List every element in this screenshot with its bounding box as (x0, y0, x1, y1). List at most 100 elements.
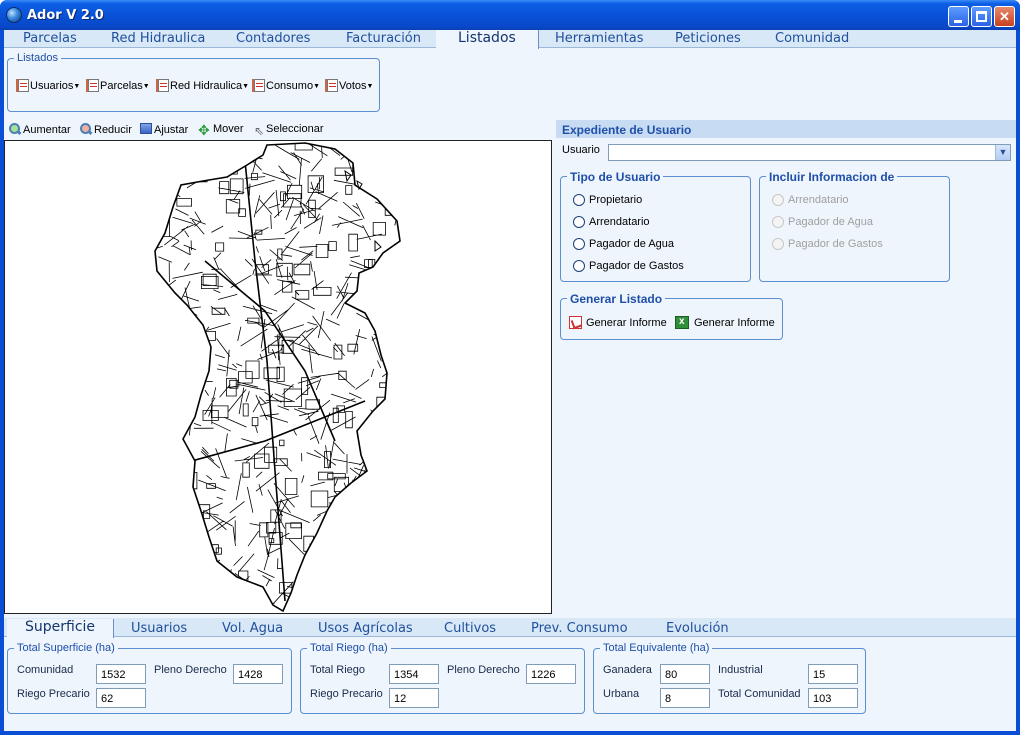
pdf-icon (569, 316, 582, 329)
total-riego-field[interactable]: 1354 (389, 664, 439, 684)
radio-circle-icon (772, 194, 784, 206)
radio-arrendatario[interactable]: Arrendatario (573, 216, 650, 228)
usuarios-menu-button[interactable]: Usuarios▼ (16, 79, 81, 95)
tab-parcelas[interactable]: Parcelas (23, 31, 77, 46)
riego-precario-label: Riego Precario (17, 688, 90, 700)
pan-label: Mover (213, 123, 244, 135)
tab-red-hidraulica[interactable]: Red Hidraulica (111, 31, 205, 46)
radio-circle-icon (772, 238, 784, 250)
generar-listado-group: Generar Listado Generar Informe Generar … (560, 292, 783, 340)
close-button[interactable]: ✕ (994, 6, 1015, 27)
fit-button[interactable]: Ajustar (140, 123, 188, 136)
pointer-icon: ⇖ (254, 124, 265, 138)
summary-tab-strip: Superficie Usuarios Vol. Agua Usos Agríc… (4, 618, 1016, 638)
report-icon (16, 79, 29, 92)
total-comunidad-field[interactable]: 103 (808, 688, 858, 708)
votos-menu-button[interactable]: Votos▼ (325, 79, 374, 95)
red-hidraulica-menu-button[interactable]: Red Hidraulica▼ (156, 79, 250, 95)
tab-facturacion[interactable]: Facturación (346, 31, 421, 46)
zoom-out-button[interactable]: Reducir (80, 123, 132, 136)
pleno-derecho-label: Pleno Derecho (154, 664, 227, 676)
generar-pdf-button[interactable]: Generar Informe (569, 316, 667, 329)
total-equivalente-title: Total Equivalente (ha) (600, 642, 713, 654)
dropdown-arrow-icon: ▼ (142, 83, 150, 90)
radio-label: Arrendatario (788, 194, 849, 206)
pleno-derecho-field[interactable]: 1428 (233, 664, 283, 684)
industrial-field[interactable]: 15 (808, 664, 858, 684)
urbana-field[interactable]: 8 (660, 688, 710, 708)
app-globe-icon (6, 7, 22, 23)
tab-prev-consumo[interactable]: Prev. Consumo (531, 621, 628, 636)
dropdown-arrow-icon: ▼ (242, 83, 250, 90)
dropdown-arrow-icon: ▼ (73, 83, 81, 90)
report-icon (325, 79, 338, 92)
client-area: Parcelas Red Hidraulica Contadores Factu… (4, 30, 1016, 731)
fit-label: Ajustar (154, 124, 189, 136)
dropdown-arrow-icon: ▼ (366, 83, 374, 90)
excel-icon (675, 316, 689, 329)
radio-label: Arrendatario (589, 216, 650, 228)
pan-button[interactable]: ✥ Mover (198, 123, 244, 138)
radio-circle-icon[interactable] (573, 260, 585, 272)
zoom-in-button[interactable]: Aumentar (9, 123, 71, 136)
tipo-usuario-group: Tipo de Usuario Propietario Arrendatario… (560, 170, 751, 282)
radio-pagador-gastos[interactable]: Pagador de Gastos (573, 260, 684, 272)
usuarios-menu-label: Usuarios (30, 80, 74, 92)
total-riego-group: Total Riego (ha) Total Riego 1354 Pleno … (300, 642, 585, 714)
usuario-select[interactable]: ▼ (608, 144, 1011, 161)
comunidad-field[interactable]: 1532 (96, 664, 146, 684)
radio-circle-icon[interactable] (573, 194, 585, 206)
tab-evolucion[interactable]: Evolución (666, 621, 729, 636)
maximize-icon (976, 11, 987, 22)
minimize-button[interactable] (948, 6, 969, 27)
tab-herramientas[interactable]: Herramientas (555, 31, 644, 46)
red-hidraulica-menu-label: Red Hidraulica (170, 80, 243, 92)
generar-excel-button[interactable]: Generar Informe (675, 316, 775, 329)
tab-contadores[interactable]: Contadores (236, 31, 310, 46)
radio-incluir-arrendatario: Arrendatario (772, 194, 849, 206)
consumo-menu-button[interactable]: Consumo▼ (252, 79, 320, 95)
parcel-map[interactable] (5, 141, 551, 613)
tab-usuarios[interactable]: Usuarios (131, 621, 187, 636)
radio-propietario[interactable]: Propietario (573, 194, 642, 206)
usuario-label: Usuario (562, 144, 600, 156)
zoom-in-icon (9, 123, 21, 135)
radio-label: Propietario (589, 194, 643, 206)
radio-pagador-agua[interactable]: Pagador de Agua (573, 238, 674, 250)
report-icon (86, 79, 99, 92)
incluir-informacion-title: Incluir Informacion de (766, 170, 898, 184)
generar-excel-label: Generar Informe (694, 317, 775, 329)
tab-comunidad[interactable]: Comunidad (775, 31, 849, 46)
ganadera-field[interactable]: 80 (660, 664, 710, 684)
report-icon (252, 79, 265, 92)
map-view[interactable] (4, 140, 552, 614)
riego-riego-precario-field[interactable]: 12 (389, 688, 439, 708)
tab-cultivos[interactable]: Cultivos (444, 621, 496, 636)
radio-circle-icon[interactable] (573, 216, 585, 228)
parcelas-menu-button[interactable]: Parcelas▼ (86, 79, 150, 95)
chevron-down-icon[interactable]: ▼ (995, 145, 1010, 160)
tipo-usuario-title: Tipo de Usuario (567, 170, 664, 184)
main-tab-strip: Parcelas Red Hidraulica Contadores Factu… (4, 30, 1016, 49)
votos-menu-label: Votos (339, 80, 367, 92)
tab-peticiones[interactable]: Peticiones (675, 31, 741, 46)
maximize-button[interactable] (971, 6, 992, 27)
radio-circle-icon[interactable] (573, 238, 585, 250)
zoom-out-label: Reducir (94, 124, 132, 136)
riego-pleno-derecho-field[interactable]: 1226 (526, 664, 576, 684)
riego-precario-field[interactable]: 62 (96, 688, 146, 708)
tab-listados[interactable]: Listados (436, 30, 539, 49)
total-riego-label: Total Riego (310, 664, 366, 676)
municipality-outline (154, 142, 401, 613)
select-button[interactable]: ⇖ Seleccionar (254, 123, 323, 138)
radio-label: Pagador de Gastos (788, 238, 883, 250)
total-superficie-title: Total Superficie (ha) (14, 642, 118, 654)
incluir-informacion-group: Incluir Informacion de Arrendatario Paga… (759, 170, 950, 282)
total-comunidad-label: Total Comunidad (718, 688, 801, 700)
total-equivalente-group: Total Equivalente (ha) Ganadera 80 Indus… (593, 642, 866, 714)
tab-usos-agricolas[interactable]: Usos Agrícolas (318, 621, 413, 636)
radio-incluir-pagador-gastos: Pagador de Gastos (772, 238, 883, 250)
tab-vol-agua[interactable]: Vol. Agua (222, 621, 283, 636)
tab-superficie[interactable]: Superficie (7, 619, 115, 638)
title-bar[interactable]: Ador V 2.0 ✕ (0, 0, 1020, 30)
